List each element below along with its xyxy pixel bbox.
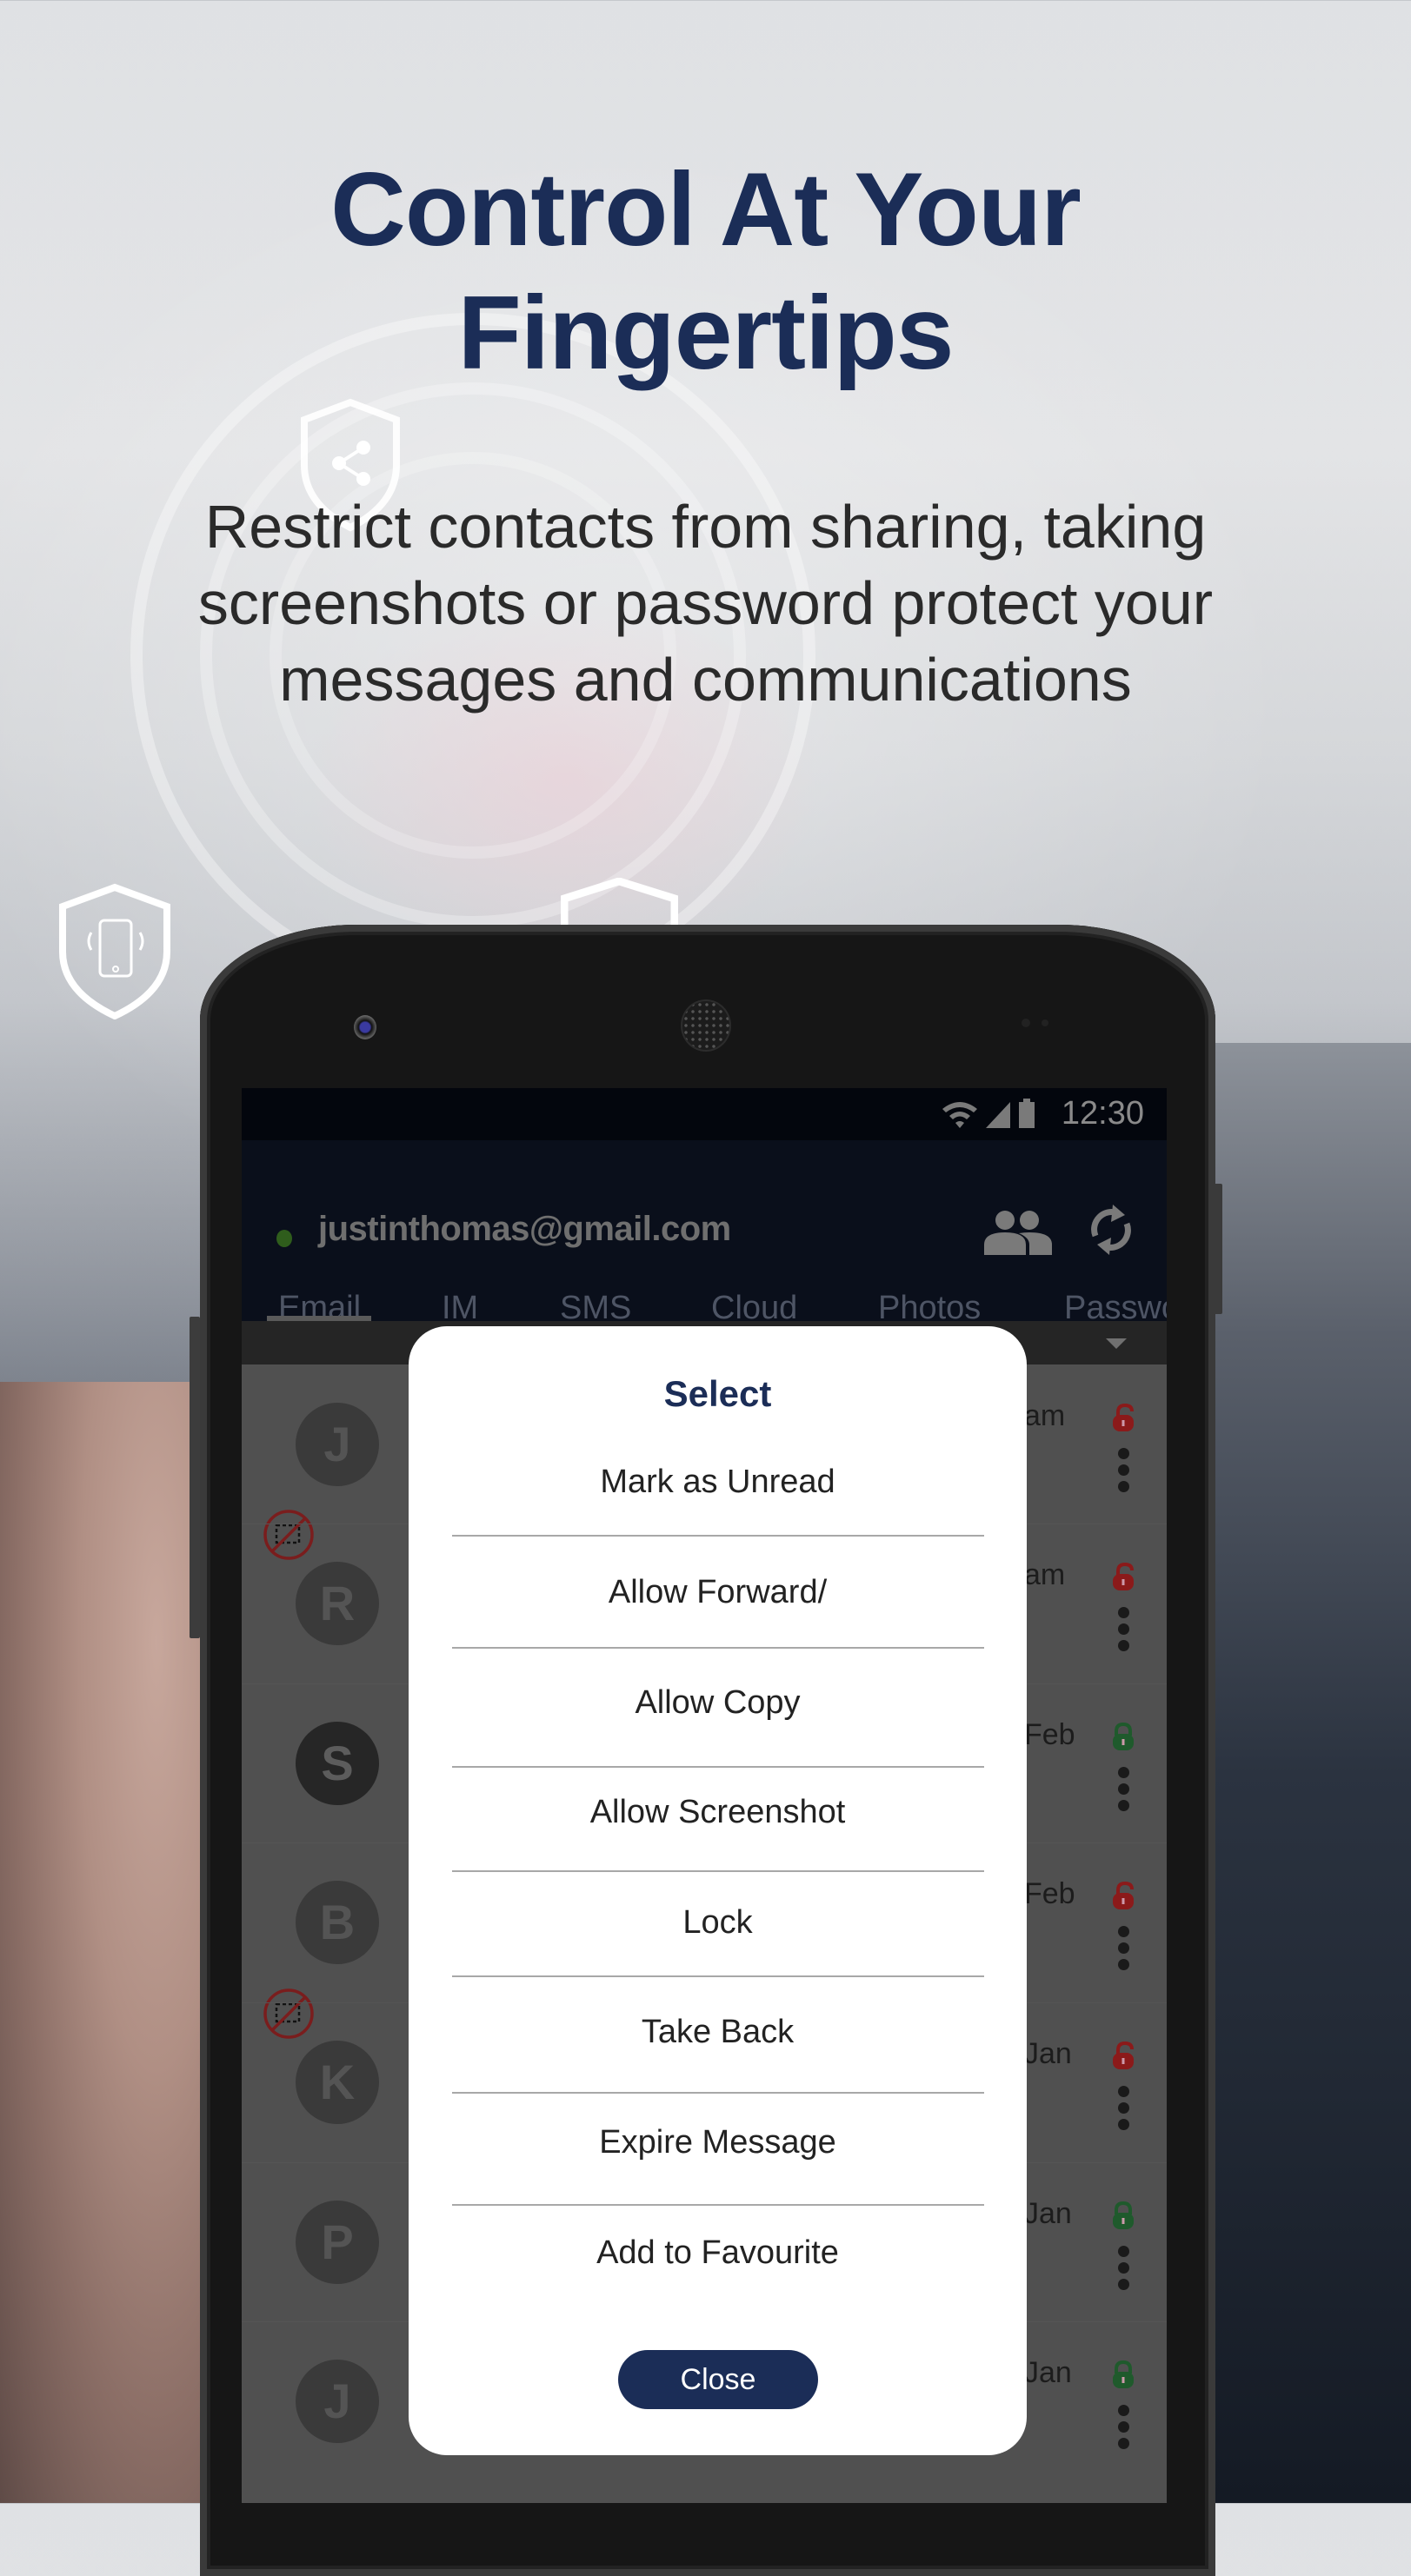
avatar: J	[296, 2360, 379, 2443]
more-options-icon[interactable]	[1118, 1926, 1130, 1975]
divider	[452, 1975, 984, 1977]
divider	[452, 2092, 984, 2094]
locked-icon[interactable]	[1111, 2360, 1135, 2389]
message-date: Feb	[1024, 1877, 1075, 1910]
avatar: B	[296, 1881, 379, 1964]
option-expire-message[interactable]: Expire Message	[409, 2124, 1027, 2161]
more-options-icon[interactable]	[1118, 2405, 1130, 2454]
status-icons	[942, 1099, 1035, 1128]
proximity-sensor	[1022, 1019, 1048, 1027]
unlocked-icon[interactable]	[1111, 1403, 1135, 1432]
subtitle-line: screenshots or password protect your	[197, 569, 1214, 637]
subtitle: Restrict contacts from sharing, taking s…	[130, 488, 1281, 718]
avatar: R	[296, 1562, 379, 1645]
divider	[452, 1870, 984, 1872]
front-camera	[354, 1015, 376, 1039]
option-mark-as-unread[interactable]: Mark as Unread	[409, 1464, 1027, 1501]
avatar: K	[296, 2041, 379, 2124]
message-date: Feb	[1024, 1718, 1075, 1751]
no-screenshot-icon	[263, 1510, 314, 1560]
close-button[interactable]: Close	[618, 2350, 818, 2409]
earpiece-speaker	[682, 1001, 729, 1050]
subtitle-line: messages and communications	[279, 646, 1132, 714]
account-email[interactable]: justinthomas@gmail.com	[318, 1210, 731, 1249]
background-hand	[0, 1382, 202, 2503]
option-allow-forward[interactable]: Allow Forward/	[409, 1574, 1027, 1611]
option-allow-copy[interactable]: Allow Copy	[409, 1684, 1027, 1722]
unlocked-icon[interactable]	[1111, 1881, 1135, 1910]
locked-icon[interactable]	[1111, 2201, 1135, 2230]
message-date: am	[1024, 1399, 1066, 1432]
dialog-title: Select	[663, 1373, 772, 1414]
contacts-icon[interactable]	[984, 1210, 1052, 1255]
no-screenshot-icon	[263, 1988, 314, 2039]
avatar: J	[296, 1403, 379, 1486]
avatar: P	[296, 2201, 379, 2284]
app-bar: justinthomas@gmail.com Email IM SMS Clou…	[242, 1140, 1167, 1326]
online-status-dot	[276, 1230, 292, 1247]
sync-icon[interactable]	[1087, 1203, 1135, 1257]
more-options-icon[interactable]	[1118, 2086, 1130, 2135]
phone-camera-shield-icon	[59, 883, 170, 1019]
option-take-back[interactable]: Take Back	[409, 2014, 1027, 2051]
message-date: Jan	[1024, 2356, 1072, 2389]
message-date: am	[1024, 1558, 1066, 1591]
phone-side-button	[190, 1317, 200, 1638]
status-bar: 12:30	[242, 1088, 1167, 1140]
divider	[452, 1535, 984, 1537]
status-clock: 12:30	[1061, 1095, 1144, 1132]
option-lock[interactable]: Lock	[409, 1904, 1027, 1942]
avatar: S	[296, 1722, 379, 1805]
divider	[452, 2204, 984, 2206]
locked-icon[interactable]	[1111, 1722, 1135, 1751]
headline: Control At Your Fingertips	[0, 148, 1411, 395]
battery-icon	[1019, 1099, 1035, 1128]
divider	[452, 1766, 984, 1768]
shield-icon	[561, 878, 678, 930]
unlocked-icon[interactable]	[1111, 1562, 1135, 1591]
message-date: Jan	[1024, 2197, 1072, 2230]
option-allow-screenshot[interactable]: Allow Screenshot	[409, 1794, 1027, 1831]
more-options-icon[interactable]	[1118, 1607, 1130, 1656]
more-options-icon[interactable]	[1118, 1767, 1130, 1816]
more-options-icon[interactable]	[1118, 1448, 1130, 1497]
headline-line: Fingertips	[457, 275, 954, 391]
divider	[452, 1647, 984, 1649]
signal-icon	[986, 1102, 1010, 1128]
message-date: Jan	[1024, 2037, 1072, 2070]
more-options-icon[interactable]	[1118, 2246, 1130, 2295]
caret-down-icon[interactable]	[1106, 1338, 1127, 1349]
headline-line: Control At Your	[330, 151, 1082, 268]
subtitle-line: Restrict contacts from sharing, taking	[204, 493, 1207, 561]
wifi-icon	[942, 1102, 977, 1128]
option-add-to-favourite[interactable]: Add to Favourite	[409, 2234, 1027, 2272]
unlocked-icon[interactable]	[1111, 2041, 1135, 2070]
select-dialog: Select Mark as Unread Allow Forward/ All…	[409, 1326, 1027, 2455]
